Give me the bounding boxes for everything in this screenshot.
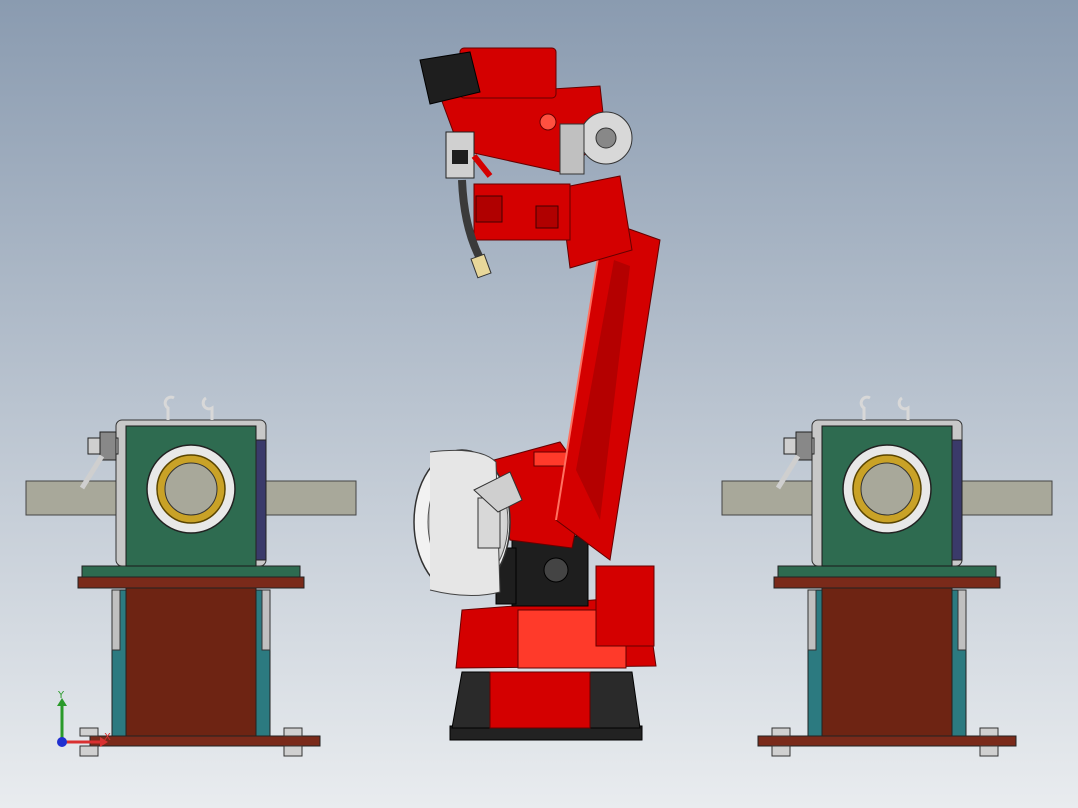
bearing-inner bbox=[860, 462, 914, 516]
motor-cap bbox=[543, 557, 569, 583]
mounting-plate bbox=[773, 576, 1001, 589]
mounting-plate bbox=[77, 576, 305, 589]
housing-side bbox=[951, 439, 963, 561]
triad-y-label: Y bbox=[57, 690, 65, 701]
turret-side bbox=[595, 565, 655, 647]
column bbox=[821, 586, 953, 738]
housing-side bbox=[255, 439, 267, 561]
leg-bracket bbox=[957, 589, 967, 651]
mounting-plate-top bbox=[777, 565, 997, 578]
leg-bracket bbox=[261, 589, 271, 651]
wrist-motor bbox=[475, 195, 503, 223]
mounting-plate-top bbox=[81, 565, 301, 578]
wire-reel-core bbox=[595, 127, 617, 149]
leg-bracket bbox=[111, 589, 121, 651]
leg-bracket bbox=[807, 589, 817, 651]
reel-bracket bbox=[559, 123, 585, 175]
base-plate bbox=[757, 735, 1017, 747]
column bbox=[125, 586, 257, 738]
triad-x-label: X bbox=[104, 732, 111, 743]
base-plate bbox=[89, 735, 321, 747]
model-viewport[interactable]: X Y bbox=[0, 0, 1078, 808]
wrist-motor-2 bbox=[535, 205, 559, 229]
cad-scene[interactable]: X Y bbox=[0, 0, 1078, 808]
bearing-inner bbox=[164, 462, 218, 516]
axis-cap bbox=[539, 113, 557, 131]
robot-base-red bbox=[489, 671, 591, 729]
